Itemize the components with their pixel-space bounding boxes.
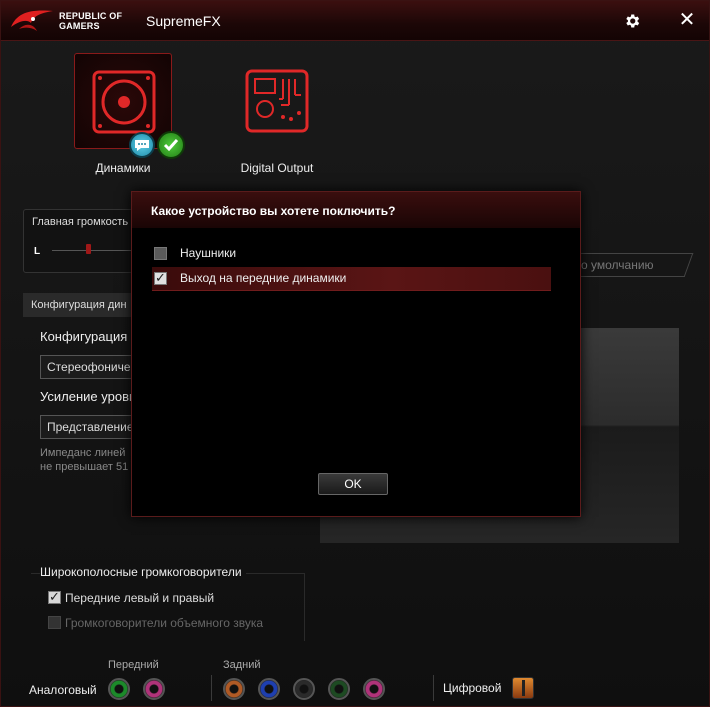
chat-icon (129, 132, 155, 158)
jack-rear-black[interactable] (293, 678, 315, 700)
dialog-title: Какое устройство вы хотете поключить? (151, 204, 396, 218)
impedance-note: Импеданс линей не превышает 51 (40, 447, 129, 473)
checkbox-unchecked (48, 616, 61, 629)
wideband-panel (31, 573, 305, 641)
gear-icon[interactable] (623, 12, 641, 30)
digital-label: Цифровой (443, 681, 502, 695)
speaker-icon (92, 70, 156, 134)
jack-bar: Передний Задний Аналоговый Цифровой (1, 651, 709, 706)
checkbox-checked[interactable] (48, 589, 61, 605)
restore-defaults-button[interactable]: о умолчанию (568, 253, 694, 277)
device-label: Digital Output (240, 161, 314, 175)
ok-button[interactable]: OK (318, 473, 388, 495)
wideband-title: Широкополосные громкоговорители (40, 565, 246, 579)
device-digital-output[interactable]: Digital Output (228, 53, 326, 175)
checkbox-unchecked[interactable] (154, 247, 167, 260)
device-label: Динамики (95, 161, 151, 175)
brand-name: REPUBLIC OF GAMERS (59, 11, 123, 31)
title-bar: REPUBLIC OF GAMERS SupremeFX ✕ (1, 1, 709, 41)
rog-logo-icon (11, 10, 53, 31)
main-volume-label: Главная громкость (32, 216, 129, 228)
config-title: Конфигурация д (40, 329, 139, 344)
device-select-dialog: Какое устройство вы хотете поключить? На… (131, 191, 581, 517)
rear-jacks-label: Задний (223, 659, 261, 671)
option-headphones[interactable]: Наушники (152, 242, 551, 266)
jack-rear-dark-green[interactable] (328, 678, 350, 700)
analog-label: Аналоговый (29, 683, 97, 697)
front-jacks-label: Передний (108, 659, 159, 671)
check-icon (157, 131, 185, 159)
checkbox-checked[interactable] (154, 270, 167, 286)
channel-left-label: L (34, 246, 41, 257)
option-front-speakers[interactable]: Выход на передние динамики (152, 267, 551, 291)
jack-front-pink[interactable] (143, 678, 165, 700)
supremefx-window: REPUBLIC OF GAMERS SupremeFX ✕ Динамики … (0, 0, 710, 707)
dialog-header: Какое устройство вы хотете поключить? (132, 192, 580, 228)
gain-title: Усиление уровн (40, 389, 137, 404)
close-icon[interactable]: ✕ (677, 10, 697, 30)
jack-rear-pink[interactable] (363, 678, 385, 700)
main-volume-panel: Главная громкость L (23, 209, 143, 273)
circuit-board-icon (245, 69, 309, 133)
app-title: SupremeFX (146, 13, 221, 29)
spdif-port-icon[interactable] (512, 677, 534, 699)
volume-slider-thumb[interactable] (86, 244, 91, 254)
divider (211, 675, 212, 701)
jack-front-green[interactable] (108, 678, 130, 700)
volume-slider-track[interactable] (52, 250, 132, 251)
jack-rear-blue[interactable] (258, 678, 280, 700)
divider (433, 675, 434, 701)
jack-rear-orange[interactable] (223, 678, 245, 700)
device-speakers[interactable]: Динамики (74, 53, 185, 175)
